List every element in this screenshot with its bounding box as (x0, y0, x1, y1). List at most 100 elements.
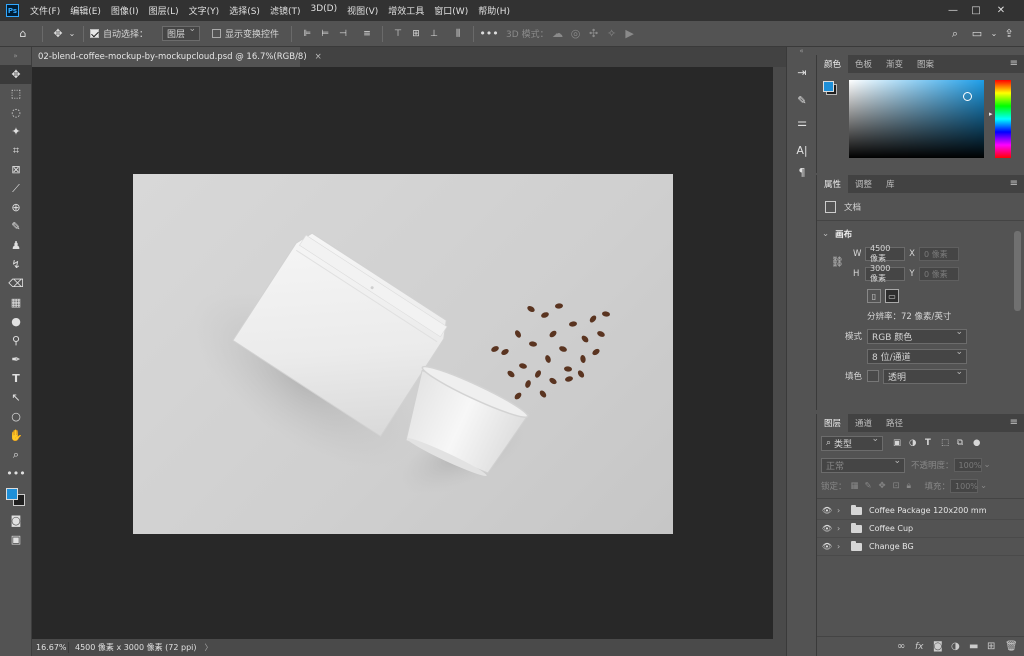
y-field[interactable]: 0 像素 (919, 267, 959, 281)
lock-artboard-icon[interactable]: ⊡ (893, 481, 907, 491)
align-center-icon[interactable]: ⊨ (316, 25, 334, 43)
layer-style-icon[interactable]: fx (915, 642, 933, 652)
panel-menu-icon[interactable]: ≡ (1010, 417, 1018, 428)
tab-paths[interactable]: 路径 (879, 414, 910, 432)
pen-tool-icon[interactable]: ✒ (0, 350, 32, 369)
close-tab-icon[interactable]: × (315, 52, 322, 62)
close-button[interactable]: ✕ (987, 0, 1015, 21)
color-foreground-swatch[interactable] (823, 81, 834, 92)
expand-group-icon[interactable]: › (837, 506, 847, 515)
adjustments-icon[interactable]: ⚌ (787, 111, 817, 133)
tab-channels[interactable]: 通道 (848, 414, 879, 432)
type-filter-icon[interactable]: T (925, 438, 941, 448)
mode-dropdown[interactable]: RGB 颜色 (867, 327, 967, 344)
layer-row[interactable]: 👁︎ › Change BG (817, 538, 1024, 556)
align-left-icon[interactable]: ⊫ (298, 25, 316, 43)
link-icon[interactable]: ⛓ (831, 257, 844, 268)
tab-swatches[interactable]: 色板 (848, 55, 879, 73)
menu-item-9[interactable]: 增效工具 (383, 4, 429, 17)
history-panel-icon[interactable]: ⇥ (787, 61, 817, 83)
new-group-icon[interactable]: ▬ (969, 641, 987, 652)
tab-patterns[interactable]: 图案 (910, 55, 941, 73)
menu-item-6[interactable]: 滤镜(T) (265, 4, 306, 17)
tab-properties[interactable]: 属性 (817, 175, 849, 193)
portrait-orientation-icon[interactable]: ▯ (867, 289, 881, 303)
distribute-vertical-icon[interactable]: ⫼ (449, 25, 467, 43)
ellipse-tool-icon[interactable]: ○ (0, 407, 32, 426)
quick-mask-icon[interactable]: ◙ (0, 511, 32, 530)
gradient-tool-icon[interactable]: ▦ (0, 293, 32, 312)
color-swatches[interactable] (0, 483, 32, 511)
fill-swatch[interactable] (867, 370, 879, 382)
zoom-tool-icon[interactable]: ⌕ (0, 445, 32, 464)
fill-dropdown[interactable]: 透明 (883, 367, 967, 384)
panel-menu-icon[interactable]: ≡ (1010, 58, 1018, 69)
distribute-icon[interactable]: ≡ (358, 25, 376, 43)
blur-tool-icon[interactable]: ● (0, 312, 32, 331)
color-picker-cursor[interactable] (963, 92, 972, 101)
foreground-color-swatch[interactable] (6, 488, 18, 500)
opacity-field[interactable]: 100% (953, 458, 982, 472)
width-field[interactable]: 4500 像素 (865, 244, 905, 263)
type-tool-icon[interactable]: T (0, 369, 32, 388)
stamp-tool-icon[interactable]: ♟ (0, 236, 32, 255)
menu-item-4[interactable]: 文字(Y) (184, 4, 225, 17)
tab-libraries[interactable]: 库 (879, 175, 902, 193)
menu-item-8[interactable]: 视图(V) (342, 4, 383, 17)
more-options-icon[interactable]: ••• (479, 25, 498, 43)
move-tool-icon[interactable]: ✥ (0, 65, 32, 84)
screen-mode-icon[interactable]: ▣ (0, 530, 32, 549)
fill-chevron-icon[interactable]: ⌄ (980, 481, 987, 491)
adjustment-filter-icon[interactable]: ◑ (909, 438, 925, 448)
landscape-orientation-icon[interactable]: ▭ (885, 289, 899, 303)
menu-item-7[interactable]: 3D(D) (305, 4, 342, 17)
edit-toolbar-icon[interactable]: ••• (0, 464, 32, 483)
blend-mode-dropdown[interactable]: 正常 (821, 456, 905, 473)
document-tab[interactable]: 02-blend-coffee-mockup-by-mockupcloud.ps… (32, 47, 322, 67)
path-selection-icon[interactable]: ↖ (0, 388, 32, 407)
add-mask-icon[interactable]: ◙ (933, 641, 951, 652)
document-canvas[interactable] (133, 174, 673, 534)
collapse-icon[interactable]: » (0, 47, 31, 65)
hue-slider[interactable] (995, 80, 1011, 158)
brush-settings-icon[interactable]: ✎ (787, 89, 817, 111)
bit-depth-dropdown[interactable]: 8 位/通道 (867, 347, 967, 364)
maximize-button[interactable]: □ (962, 0, 990, 21)
auto-select-dropdown[interactable]: 图层 (162, 24, 201, 41)
x-field[interactable]: 0 像素 (919, 247, 959, 261)
menu-item-10[interactable]: 窗口(W) (429, 4, 473, 17)
layer-row[interactable]: 👁︎ › Coffee Package 120x200 mm (817, 502, 1024, 520)
opacity-chevron-icon[interactable]: ⌄ (984, 460, 991, 470)
layer-row[interactable]: 👁︎ › Coffee Cup (817, 520, 1024, 538)
fill-field[interactable]: 100% (950, 479, 979, 493)
menu-item-1[interactable]: 编辑(E) (65, 4, 106, 17)
chevron-down-icon[interactable]: ⌄ (67, 25, 77, 43)
align-bottom-icon[interactable]: ⊥ (425, 25, 443, 43)
eyedropper-tool-icon[interactable]: ⟋ (0, 179, 32, 198)
height-field[interactable]: 3000 像素 (865, 264, 905, 283)
search-icon[interactable]: ⌕ (946, 25, 964, 43)
menu-item-5[interactable]: 选择(S) (224, 4, 265, 17)
move-tool-icon[interactable]: ✥ (49, 25, 67, 43)
pixel-filter-icon[interactable]: ▣ (893, 438, 909, 448)
lasso-tool-icon[interactable]: ◌ (0, 103, 32, 122)
hue-slider-handle-icon[interactable]: ▸ (989, 110, 993, 118)
align-right-icon[interactable]: ⊣ (334, 25, 352, 43)
visibility-eye-icon[interactable]: 👁︎ (817, 542, 837, 551)
menu-item-3[interactable]: 图层(L) (144, 4, 184, 17)
vertical-scrollbar[interactable] (773, 67, 786, 639)
tab-color[interactable]: 颜色 (817, 55, 849, 73)
character-panel-icon[interactable]: A| (787, 139, 817, 161)
smart-object-filter-icon[interactable]: ⧉ (957, 438, 973, 448)
hand-tool-icon[interactable]: ✋ (0, 426, 32, 445)
visibility-eye-icon[interactable]: 👁︎ (817, 524, 837, 533)
paragraph-panel-icon[interactable]: ¶ (787, 161, 817, 183)
lock-all-icon[interactable]: 🔒︎ (907, 481, 921, 491)
lock-pixels-icon[interactable]: ✎ (865, 481, 879, 491)
share-icon[interactable]: ⇪ (1000, 25, 1018, 43)
status-menu-icon[interactable]: 〉 (205, 642, 213, 653)
brush-tool-icon[interactable]: ✎ (0, 217, 32, 236)
history-brush-icon[interactable]: ↯ (0, 255, 32, 274)
menu-item-11[interactable]: 帮助(H) (473, 4, 515, 17)
auto-select-checkbox[interactable] (90, 29, 99, 38)
